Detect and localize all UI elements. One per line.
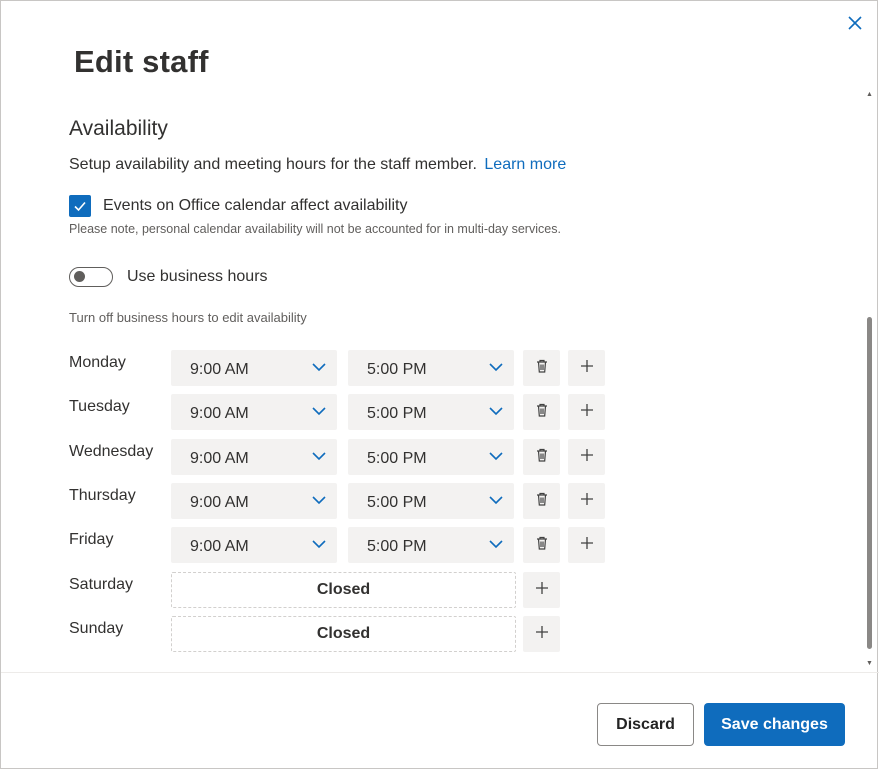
delete-hours-button[interactable] [523, 439, 560, 475]
toggle-knob [74, 271, 85, 282]
discard-button[interactable]: Discard [597, 703, 694, 746]
start-time-value: 9:00 AM [190, 450, 249, 467]
chevron-down-icon [311, 492, 327, 508]
day-name: Monday [69, 354, 126, 371]
day-row: Saturday Closed [69, 572, 629, 608]
trash-icon [534, 447, 550, 468]
end-time-dropdown[interactable]: 5:00 PM [348, 527, 514, 563]
start-time-value: 9:00 AM [190, 405, 249, 422]
end-time-dropdown[interactable]: 5:00 PM [348, 394, 514, 430]
day-row: Monday 9:00 AM 5:00 PM [69, 350, 629, 386]
day-row: Friday 9:00 AM 5:00 PM [69, 527, 629, 563]
availability-scroll-area[interactable]: Availability Setup availability and meet… [1, 93, 879, 671]
day-name: Friday [69, 531, 114, 548]
end-time-value: 5:00 PM [367, 494, 427, 511]
trash-icon [534, 535, 550, 556]
end-time-value: 5:00 PM [367, 361, 427, 378]
closed-indicator: Closed [171, 616, 516, 652]
business-hours-toggle[interactable] [69, 267, 113, 287]
availability-description: Setup availability and meeting hours for… [69, 156, 566, 174]
business-hours-row: Use business hours [69, 267, 268, 287]
end-time-value: 5:00 PM [367, 538, 427, 555]
trash-icon [534, 402, 550, 423]
dialog-title: Edit staff [74, 44, 209, 79]
add-hours-button[interactable] [523, 572, 560, 608]
scrollbar[interactable]: ▲ ▼ [865, 90, 874, 671]
end-time-dropdown[interactable]: 5:00 PM [348, 483, 514, 519]
trash-icon [534, 491, 550, 512]
chevron-down-icon [311, 448, 327, 464]
plus-icon [580, 536, 594, 555]
checkmark-icon [74, 201, 86, 212]
business-hours-label: Use business hours [127, 268, 268, 285]
end-time-dropdown[interactable]: 5:00 PM [348, 350, 514, 386]
start-time-dropdown[interactable]: 9:00 AM [171, 350, 337, 386]
day-name: Wednesday [69, 443, 154, 460]
start-time-dropdown[interactable]: 9:00 AM [171, 439, 337, 475]
day-name: Tuesday [69, 398, 130, 415]
plus-icon [580, 359, 594, 378]
add-hours-button[interactable] [523, 616, 560, 652]
multi-day-note: Please note, personal calendar availabil… [69, 222, 561, 236]
delete-hours-button[interactable] [523, 527, 560, 563]
end-time-value: 5:00 PM [367, 405, 427, 422]
chevron-down-icon [488, 448, 504, 464]
plus-icon [580, 448, 594, 467]
chevron-down-icon [488, 359, 504, 375]
scrollbar-thumb[interactable] [867, 317, 872, 649]
day-name: Thursday [69, 487, 136, 504]
plus-icon [580, 492, 594, 511]
close-icon [848, 16, 862, 30]
delete-hours-button[interactable] [523, 350, 560, 386]
add-hours-button[interactable] [568, 394, 605, 430]
scroll-up-icon[interactable]: ▲ [865, 90, 874, 99]
chevron-down-icon [311, 403, 327, 419]
start-time-dropdown[interactable]: 9:00 AM [171, 527, 337, 563]
plus-icon [535, 581, 549, 600]
start-time-dropdown[interactable]: 9:00 AM [171, 394, 337, 430]
day-name: Saturday [69, 576, 134, 593]
plus-icon [535, 625, 549, 644]
calendar-affects-availability-label: Events on Office calendar affect availab… [103, 197, 408, 214]
day-row: Wednesday 9:00 AM 5:00 PM [69, 439, 629, 475]
day-row: Sunday Closed [69, 616, 629, 652]
day-name: Sunday [69, 620, 124, 637]
end-time-value: 5:00 PM [367, 450, 427, 467]
start-time-value: 9:00 AM [190, 494, 249, 511]
save-changes-button[interactable]: Save changes [704, 703, 845, 746]
add-hours-button[interactable] [568, 439, 605, 475]
chevron-down-icon [488, 536, 504, 552]
day-row: Thursday 9:00 AM 5:00 PM [69, 483, 629, 519]
closed-indicator: Closed [171, 572, 516, 608]
calendar-affects-availability-checkbox[interactable] [69, 195, 91, 217]
learn-more-link[interactable]: Learn more [484, 156, 566, 173]
business-hours-hint: Turn off business hours to edit availabi… [69, 310, 307, 325]
availability-description-text: Setup availability and meeting hours for… [69, 156, 477, 173]
close-button[interactable] [843, 11, 867, 35]
chevron-down-icon [488, 403, 504, 419]
calendar-affects-availability-row: Events on Office calendar affect availab… [69, 195, 407, 217]
start-time-value: 9:00 AM [190, 361, 249, 378]
availability-heading: Availability [69, 117, 168, 140]
edit-staff-dialog: Edit staff Availability Setup availabili… [0, 0, 879, 769]
day-row: Tuesday 9:00 AM 5:00 PM [69, 394, 629, 430]
footer-divider [1, 672, 879, 673]
add-hours-button[interactable] [568, 527, 605, 563]
delete-hours-button[interactable] [523, 483, 560, 519]
add-hours-button[interactable] [568, 350, 605, 386]
chevron-down-icon [311, 359, 327, 375]
start-time-dropdown[interactable]: 9:00 AM [171, 483, 337, 519]
chevron-down-icon [488, 492, 504, 508]
chevron-down-icon [311, 536, 327, 552]
delete-hours-button[interactable] [523, 394, 560, 430]
trash-icon [534, 358, 550, 379]
plus-icon [580, 403, 594, 422]
add-hours-button[interactable] [568, 483, 605, 519]
end-time-dropdown[interactable]: 5:00 PM [348, 439, 514, 475]
start-time-value: 9:00 AM [190, 538, 249, 555]
scroll-down-icon[interactable]: ▼ [865, 659, 874, 668]
